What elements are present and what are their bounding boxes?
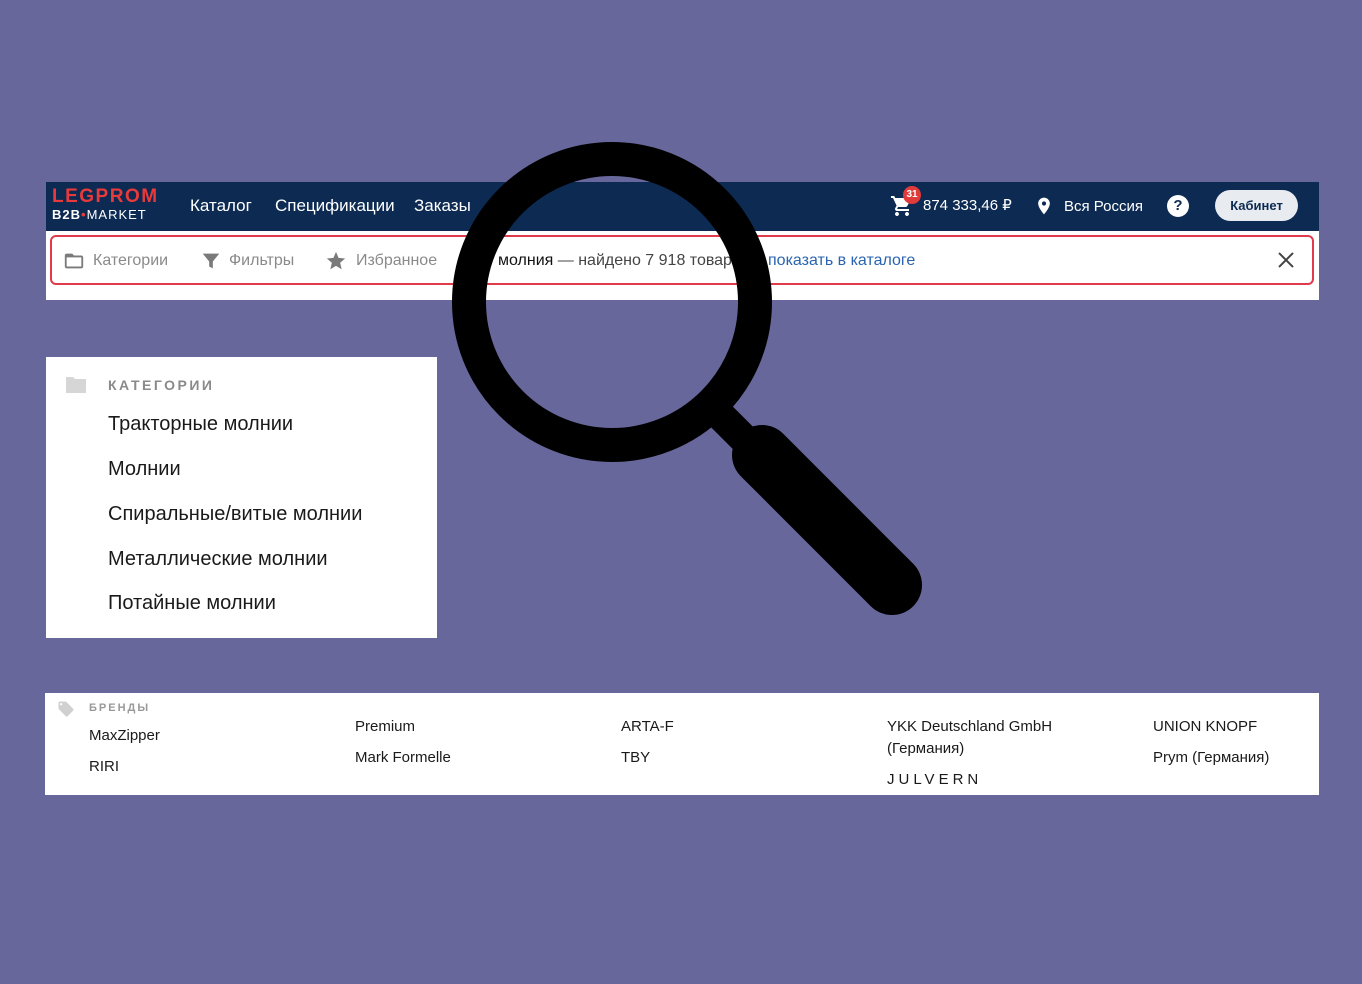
search-bar[interactable]: Категории Фильтры Избранное молния — най… <box>50 235 1314 285</box>
categories-panel: КАТЕГОРИИ Тракторные молнии Молнии Спира… <box>46 357 437 638</box>
search-result-count: — найдено 7 918 товар <box>553 252 732 269</box>
nav-orders[interactable]: Заказы <box>414 196 471 216</box>
category-item[interactable]: Потайные молнии <box>108 592 276 615</box>
category-item[interactable]: Тракторные молнии <box>108 413 293 436</box>
brand-item[interactable]: ARTA-F <box>621 716 674 738</box>
navbar: LEGPROM B2B•MARKET Каталог Спецификации … <box>46 182 1319 231</box>
categories-tool-label: Категории <box>93 252 169 269</box>
category-item[interactable]: Металлические молнии <box>108 548 328 571</box>
close-icon <box>1278 252 1294 268</box>
nav-catalog[interactable]: Каталог <box>190 196 252 216</box>
location-pin-icon <box>1038 197 1050 215</box>
cabinet-button[interactable]: Кабинет <box>1215 190 1298 221</box>
search-query-summary: молния — найдено 7 918 товар <box>498 252 732 270</box>
show-in-catalog-link[interactable]: показать в каталоге <box>768 252 915 270</box>
logo-subtitle: B2B•MARKET <box>52 208 147 222</box>
favorites-tool-label: Избранное <box>356 252 438 269</box>
region-label: Вся Россия <box>1064 198 1143 215</box>
cart-count-badge: 31 <box>903 186 921 204</box>
close-search-button[interactable] <box>1275 249 1297 271</box>
top-panel: LEGPROM B2B•MARKET Каталог Спецификации … <box>46 182 1319 300</box>
nav-specifications[interactable]: Спецификации <box>275 196 395 216</box>
category-item[interactable]: Спиральные/витые молнии <box>108 503 362 526</box>
brand-item[interactable]: JULVERN <box>887 769 982 791</box>
tag-icon <box>58 701 74 717</box>
cart-amount: 874 333,46 ₽ <box>923 197 1012 214</box>
logo-b2b: B2B <box>52 207 82 222</box>
brands-panel: БРЕНДЫ MaxZipper RIRI Premium Mark Forme… <box>45 693 1319 795</box>
logo[interactable]: LEGPROM B2B•MARKET <box>52 187 164 227</box>
search-query: молния <box>498 252 554 269</box>
cart-button[interactable]: 31 874 333,46 ₽ <box>889 186 1019 222</box>
brands-title: БРЕНДЫ <box>89 702 151 714</box>
brand-item[interactable]: UNION KNOPF <box>1153 716 1257 738</box>
brand-item[interactable]: MaxZipper <box>89 725 160 747</box>
logo-market: MARKET <box>86 207 147 222</box>
filters-tool-label: Фильтры <box>229 252 295 269</box>
brand-item[interactable]: TBY <box>621 747 650 769</box>
category-item[interactable]: Молнии <box>108 458 181 481</box>
categories-title: КАТЕГОРИИ <box>108 377 215 393</box>
brand-item[interactable]: Premium <box>355 716 415 738</box>
brand-item[interactable]: Prym (Германия) <box>1153 747 1269 769</box>
star-icon <box>326 251 346 270</box>
filter-icon <box>202 253 220 269</box>
brand-item[interactable]: RIRI <box>89 756 119 778</box>
help-button[interactable]: ? <box>1167 195 1189 217</box>
folder-icon <box>64 253 84 269</box>
brand-item[interactable]: Mark Formelle <box>355 747 451 769</box>
brand-item-country: (Германия) <box>887 740 965 757</box>
folder-icon <box>66 377 86 393</box>
brand-item[interactable]: YKK Deutschland GmbH <box>887 716 1052 738</box>
logo-wordmark: LEGPROM <box>52 186 159 207</box>
